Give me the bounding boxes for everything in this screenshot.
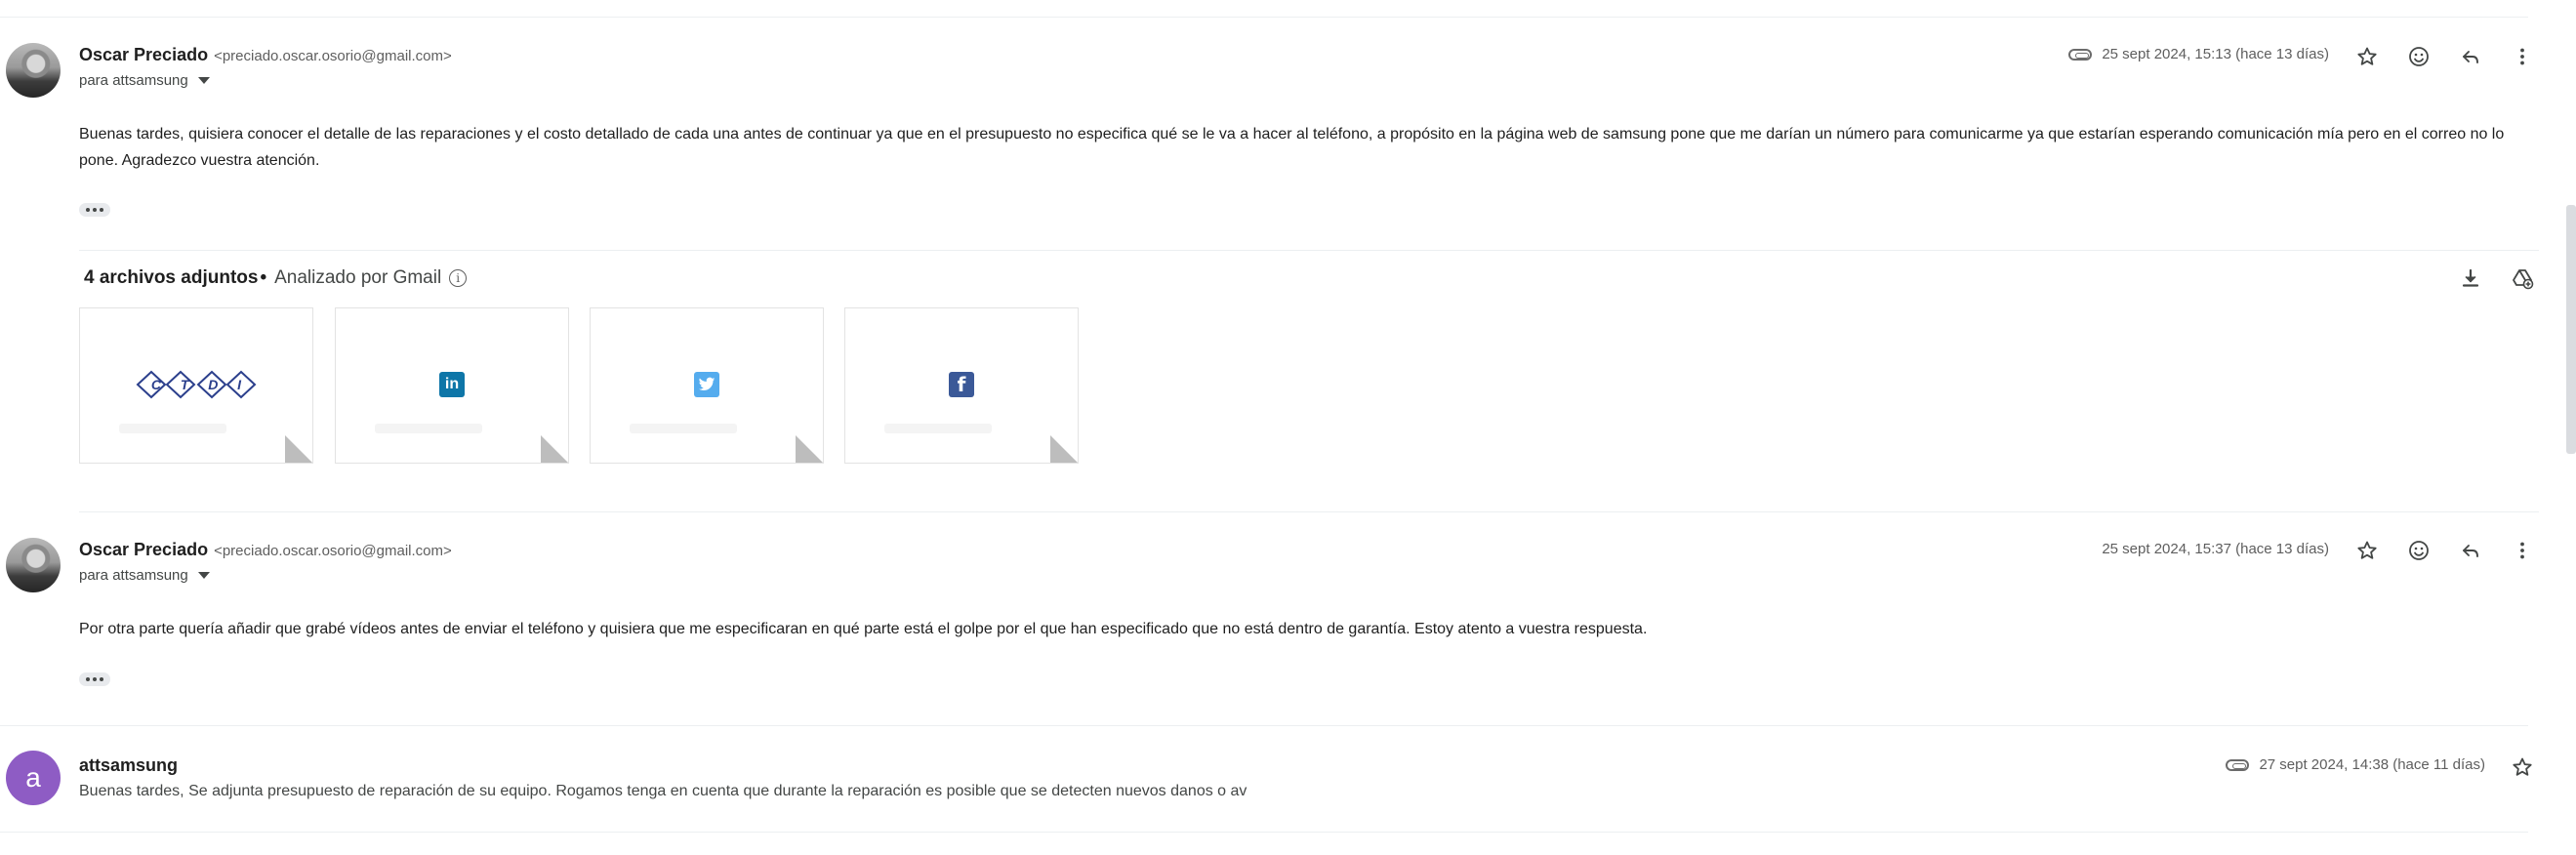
attachment-card-facebook[interactable]: f (844, 307, 1079, 464)
download-all-button[interactable] (2453, 261, 2488, 296)
thumbnail-caption-placeholder (630, 424, 737, 433)
more-options-button[interactable] (2505, 533, 2540, 568)
ctdi-letter: I (237, 377, 242, 392)
reply-icon (2463, 545, 2478, 557)
add-all-to-drive-button[interactable] (2505, 261, 2540, 296)
more-vert-icon (2520, 542, 2524, 559)
info-icon[interactable]: i (449, 269, 468, 287)
message-meta: 25 sept 2024, 15:37 (hace 13 días) (2102, 541, 2329, 557)
download-icon (2462, 268, 2479, 287)
star-icon (2357, 47, 2377, 65)
linkedin-icon-text: in (444, 376, 460, 392)
sender-email: <preciado.oscar.osorio@gmail.com> (214, 48, 452, 64)
message-date[interactable]: 25 sept 2024, 15:13 (hace 13 días) (2102, 46, 2329, 62)
attachments-header: 4 archivos adjuntos • Analizado por Gmai… (84, 267, 468, 289)
sender-line: Oscar Preciado <preciado.oscar.osorio@gm… (79, 45, 452, 65)
reply-icon (2463, 51, 2478, 63)
message-date[interactable]: 25 sept 2024, 15:37 (hace 13 días) (2102, 541, 2329, 557)
page-fold (796, 435, 823, 463)
sender-name[interactable]: Oscar Preciado (79, 45, 208, 65)
page-fold (541, 435, 568, 463)
twitter-bird-icon (698, 377, 716, 391)
sender-email: <preciado.oscar.osorio@gmail.com> (214, 543, 452, 559)
emoji-icon (2409, 47, 2429, 66)
scanned-by-gmail-label: Analizado por Gmail (274, 267, 442, 288)
chevron-down-icon (197, 77, 210, 84)
dot (86, 677, 90, 681)
email-thread: Oscar Preciado <preciado.oscar.osorio@gm… (0, 0, 2576, 855)
star-button[interactable] (2350, 533, 2385, 568)
recipient-label: para attsamsung (79, 72, 188, 89)
star-button[interactable] (2505, 750, 2540, 785)
ctdi-letter: C (150, 377, 162, 392)
page-fold (1050, 435, 1078, 463)
message-body: Por otra parte quería añadir que grabé v… (79, 621, 1648, 637)
thumbnail-caption-placeholder (119, 424, 226, 433)
sender-avatar[interactable] (6, 43, 61, 98)
sender-name[interactable]: attsamsung (79, 755, 178, 776)
facebook-icon-text: f (957, 373, 966, 396)
ctdi-letter: D (208, 377, 219, 392)
page-fold (285, 435, 312, 463)
message-meta: 25 sept 2024, 15:13 (hace 13 días) (2068, 46, 2329, 62)
ctdi-letter: T (180, 377, 189, 392)
more-vert-icon (2520, 48, 2524, 65)
attachment-icon (2226, 758, 2250, 771)
recipient-details-toggle[interactable]: para attsamsung (79, 567, 210, 584)
add-to-drive-icon (2513, 269, 2534, 290)
sender-line: attsamsung (79, 755, 178, 776)
message-date[interactable]: 27 sept 2024, 14:38 (hace 11 días) (2259, 756, 2485, 773)
add-reaction-button[interactable] (2401, 39, 2436, 74)
thumbnail-caption-placeholder (884, 424, 992, 433)
ctdi-logo: C T D I (136, 370, 257, 399)
sender-line: Oscar Preciado <preciado.oscar.osorio@gm… (79, 540, 452, 560)
dot (100, 677, 103, 681)
chevron-down-icon (197, 572, 210, 579)
emoji-icon (2409, 541, 2429, 560)
attachment-card-twitter[interactable] (590, 307, 824, 464)
attachments-separator: • (260, 267, 267, 288)
divider (0, 17, 2528, 18)
reply-button[interactable] (2453, 39, 2488, 74)
attachment-card-ctdi[interactable]: C T D I (79, 307, 313, 464)
show-trimmed-content-button[interactable] (79, 203, 110, 217)
star-icon (2357, 541, 2377, 559)
dot (100, 208, 103, 212)
facebook-icon: f (949, 372, 974, 397)
attachment-card-linkedin[interactable]: in (335, 307, 569, 464)
star-button[interactable] (2350, 39, 2385, 74)
linkedin-icon: in (439, 372, 465, 397)
sender-avatar[interactable]: a (6, 751, 61, 805)
sender-name[interactable]: Oscar Preciado (79, 540, 208, 560)
message-meta: 27 sept 2024, 14:38 (hace 11 días) (2226, 756, 2485, 773)
star-icon (2513, 757, 2532, 776)
attachments-divider (79, 250, 2539, 251)
thumbnail-caption-placeholder (375, 424, 482, 433)
scrollbar-thumb[interactable] (2566, 205, 2576, 454)
message-divider (0, 832, 2528, 833)
dot (86, 208, 90, 212)
twitter-icon (694, 372, 719, 397)
more-options-button[interactable] (2505, 39, 2540, 74)
show-trimmed-content-button[interactable] (79, 672, 110, 686)
message-body: Buenas tardes, quisiera conocer el detal… (79, 126, 2505, 169)
recipient-label: para attsamsung (79, 567, 188, 584)
dot (93, 677, 97, 681)
message-snippet[interactable]: Buenas tardes, Se adjunta presupuesto de… (79, 783, 1247, 800)
add-reaction-button[interactable] (2401, 533, 2436, 568)
message-divider (79, 511, 2539, 512)
attachment-icon (2068, 48, 2093, 61)
sender-avatar[interactable] (6, 538, 61, 592)
reply-button[interactable] (2453, 533, 2488, 568)
message-divider (0, 725, 2528, 726)
recipient-details-toggle[interactable]: para attsamsung (79, 72, 210, 89)
attachments-count: 4 archivos adjuntos (84, 267, 259, 288)
dot (93, 208, 97, 212)
